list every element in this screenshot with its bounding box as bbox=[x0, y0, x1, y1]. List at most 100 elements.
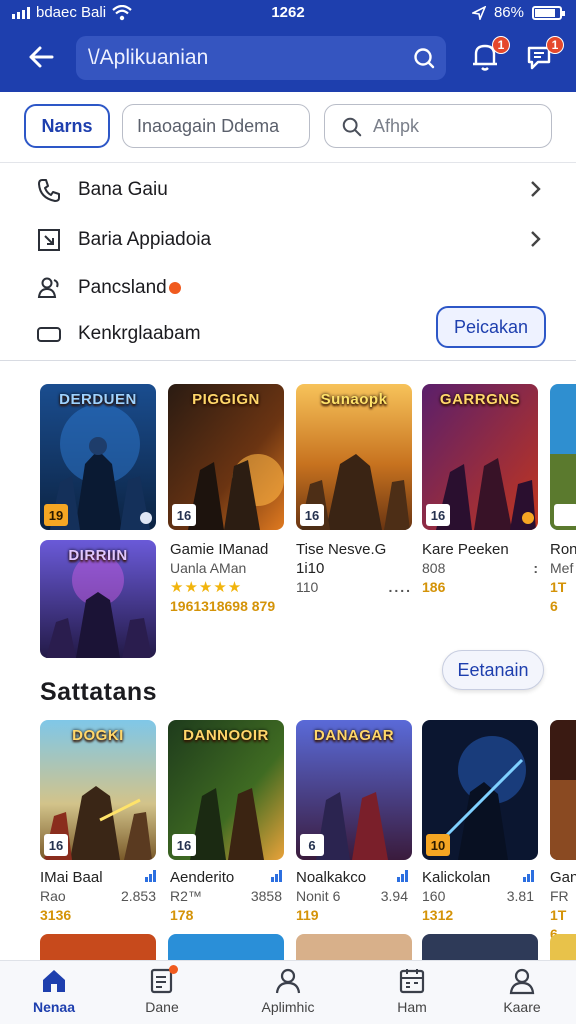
nav-kaare[interactable]: Kaare bbox=[472, 967, 572, 1023]
app-screen: bdaec Bali 1262 86% \/Aplikuanian 1 1 Na… bbox=[0, 0, 576, 1024]
people-icon bbox=[37, 277, 59, 298]
eetanain-button[interactable]: Eetanain bbox=[442, 650, 544, 690]
game-name: IMai Baal bbox=[40, 869, 103, 886]
more-dots-icon[interactable]: .... bbox=[388, 578, 412, 597]
game-art bbox=[550, 720, 576, 860]
game-developer: 160 bbox=[422, 888, 446, 904]
game-title: DERDUEN bbox=[59, 391, 137, 408]
search-icon[interactable] bbox=[412, 46, 436, 70]
document-icon bbox=[148, 965, 178, 995]
game-tile[interactable]: DERDUEN 19 bbox=[40, 384, 156, 530]
game-info[interactable]: Noalkakco Nonit 6 3.94 119 bbox=[296, 868, 408, 925]
menu-item-pancsland[interactable]: Pancsland bbox=[36, 266, 546, 310]
filter-input[interactable]: Inaoagain Ddema bbox=[122, 104, 310, 148]
game-name: Tise Nesve.G 1i10 bbox=[296, 541, 387, 577]
chevron-right-icon bbox=[531, 231, 541, 247]
nav-home[interactable]: Nenaa bbox=[4, 967, 104, 1023]
nav-label: Kaare bbox=[503, 999, 541, 1015]
signal-icon bbox=[267, 868, 282, 887]
status-bar: bdaec Bali 1262 86% bbox=[0, 0, 576, 26]
game-developer: 808: bbox=[422, 559, 538, 578]
game-tile[interactable]: GARRGNS 16 bbox=[422, 384, 538, 530]
age-rating: 10 bbox=[426, 834, 450, 856]
age-rating: 19 bbox=[44, 504, 68, 526]
publisher-icon bbox=[522, 512, 534, 524]
game-tile[interactable]: Sunaopk 16 bbox=[296, 384, 412, 530]
filter-chip-primary[interactable]: Narns bbox=[24, 104, 110, 148]
game-developer: Nonit 6 bbox=[296, 888, 341, 904]
location-icon bbox=[471, 5, 486, 20]
game-tile[interactable] bbox=[550, 384, 576, 530]
game-tile[interactable] bbox=[550, 720, 576, 860]
signal-icon bbox=[141, 868, 156, 887]
back-arrow-icon[interactable] bbox=[24, 40, 58, 74]
section-title: Sattatans bbox=[40, 678, 158, 706]
game-info[interactable]: Gamie IManad Uanla AMan ★★★★★ 1961318698… bbox=[170, 540, 290, 616]
star-rating: ★★★★★ bbox=[170, 579, 243, 596]
game-title: DANAGAR bbox=[313, 727, 395, 744]
game-title: DOGKI bbox=[72, 727, 124, 744]
game-meta: Rao 2.853 bbox=[40, 887, 156, 906]
game-rating: 3.81 bbox=[506, 888, 534, 904]
person-icon bbox=[275, 968, 301, 994]
messages-button[interactable]: 1 bbox=[524, 36, 564, 74]
game-meta: 160 3.81 bbox=[422, 887, 534, 906]
game-tile[interactable]: DIRRIIN bbox=[40, 540, 156, 658]
download-count: 1T 6 bbox=[550, 579, 567, 614]
game-info[interactable]: Kalickolan 160 3.81 1312 bbox=[422, 868, 534, 925]
profile-icon bbox=[509, 968, 535, 995]
game-developer: Mef bbox=[550, 560, 574, 576]
game-title: PIGGIGN bbox=[192, 391, 260, 408]
game-info[interactable]: Ron Mef 1T 6 bbox=[550, 540, 576, 616]
status-right: 86% bbox=[471, 4, 565, 21]
app-bar: bdaec Bali 1262 86% \/Aplikuanian 1 1 bbox=[0, 0, 576, 92]
nav-dane[interactable]: Dane bbox=[112, 965, 212, 1023]
filter-search[interactable]: Afhpk bbox=[324, 104, 552, 148]
game-info[interactable]: Kare Peeken 808: 186 bbox=[422, 540, 538, 597]
game-meta: R2™ 3858 bbox=[170, 887, 282, 906]
age-rating: 6 bbox=[300, 834, 324, 856]
game-tile[interactable]: PIGGIGN 16 bbox=[168, 384, 284, 530]
game-name: Gan bbox=[550, 869, 576, 886]
filter-input-placeholder: Inaoagain Ddema bbox=[137, 115, 280, 136]
download-count: 3136 bbox=[40, 907, 72, 923]
notifications-button[interactable]: 1 bbox=[470, 36, 510, 74]
game-info[interactable]: Gan FR 1T 6 bbox=[550, 868, 576, 944]
nav-label: Ham bbox=[397, 999, 427, 1015]
more-dots-icon[interactable]: : bbox=[533, 559, 538, 578]
age-rating: 16 bbox=[44, 834, 68, 856]
game-info[interactable]: Tise Nesve.G 1i10 110.... bbox=[296, 540, 412, 597]
battery-percent: 86% bbox=[493, 4, 524, 21]
game-title: Sunaopk bbox=[320, 391, 388, 408]
nav-aplimhic[interactable]: Aplimhic bbox=[238, 967, 338, 1023]
game-name: Noalkakco bbox=[296, 869, 367, 886]
nav-ham[interactable]: Ham bbox=[362, 967, 462, 1023]
divider bbox=[0, 162, 576, 163]
game-tile[interactable]: DANNOOIR 16 bbox=[168, 720, 284, 860]
game-info[interactable]: IMai Baal Rao 2.853 3136 bbox=[40, 868, 156, 925]
game-rating: 2.853 bbox=[120, 888, 156, 904]
game-tile[interactable]: DOGKI 16 bbox=[40, 720, 156, 860]
menu-label: Bana Gaiu bbox=[78, 179, 168, 200]
game-name: Ron bbox=[550, 541, 576, 558]
square-arrow-icon bbox=[38, 229, 60, 251]
download-count: 1961318698 879 bbox=[170, 598, 276, 614]
game-info[interactable]: Aenderito R2™ 3858 178 bbox=[170, 868, 282, 925]
peicakan-button[interactable]: Peicakan bbox=[436, 306, 546, 348]
game-name: Gamie IManad bbox=[170, 541, 269, 558]
game-tile[interactable]: 10 bbox=[422, 720, 538, 860]
battery-icon bbox=[532, 5, 565, 20]
menu-item-bana-gaiu[interactable]: Bana Gaiu bbox=[36, 168, 546, 212]
search-text: \/Aplikuanian bbox=[88, 46, 209, 69]
filter-search-placeholder: Afhpk bbox=[373, 115, 420, 136]
game-title: DIRRIIN bbox=[68, 547, 128, 564]
game-developer: FR bbox=[550, 888, 569, 904]
download-count: 1312 bbox=[422, 907, 454, 923]
game-tile[interactable]: DANAGAR 6 bbox=[296, 720, 412, 860]
download-count: 119 bbox=[296, 907, 319, 923]
menu-item-baria-appiadoia[interactable]: Baria Appiadoia bbox=[36, 218, 546, 262]
search-input[interactable]: \/Aplikuanian bbox=[76, 36, 446, 80]
game-developer: Uanla AMan bbox=[170, 560, 247, 576]
nav-label: Dane bbox=[145, 999, 179, 1015]
game-developer-text: 110 bbox=[296, 579, 319, 595]
